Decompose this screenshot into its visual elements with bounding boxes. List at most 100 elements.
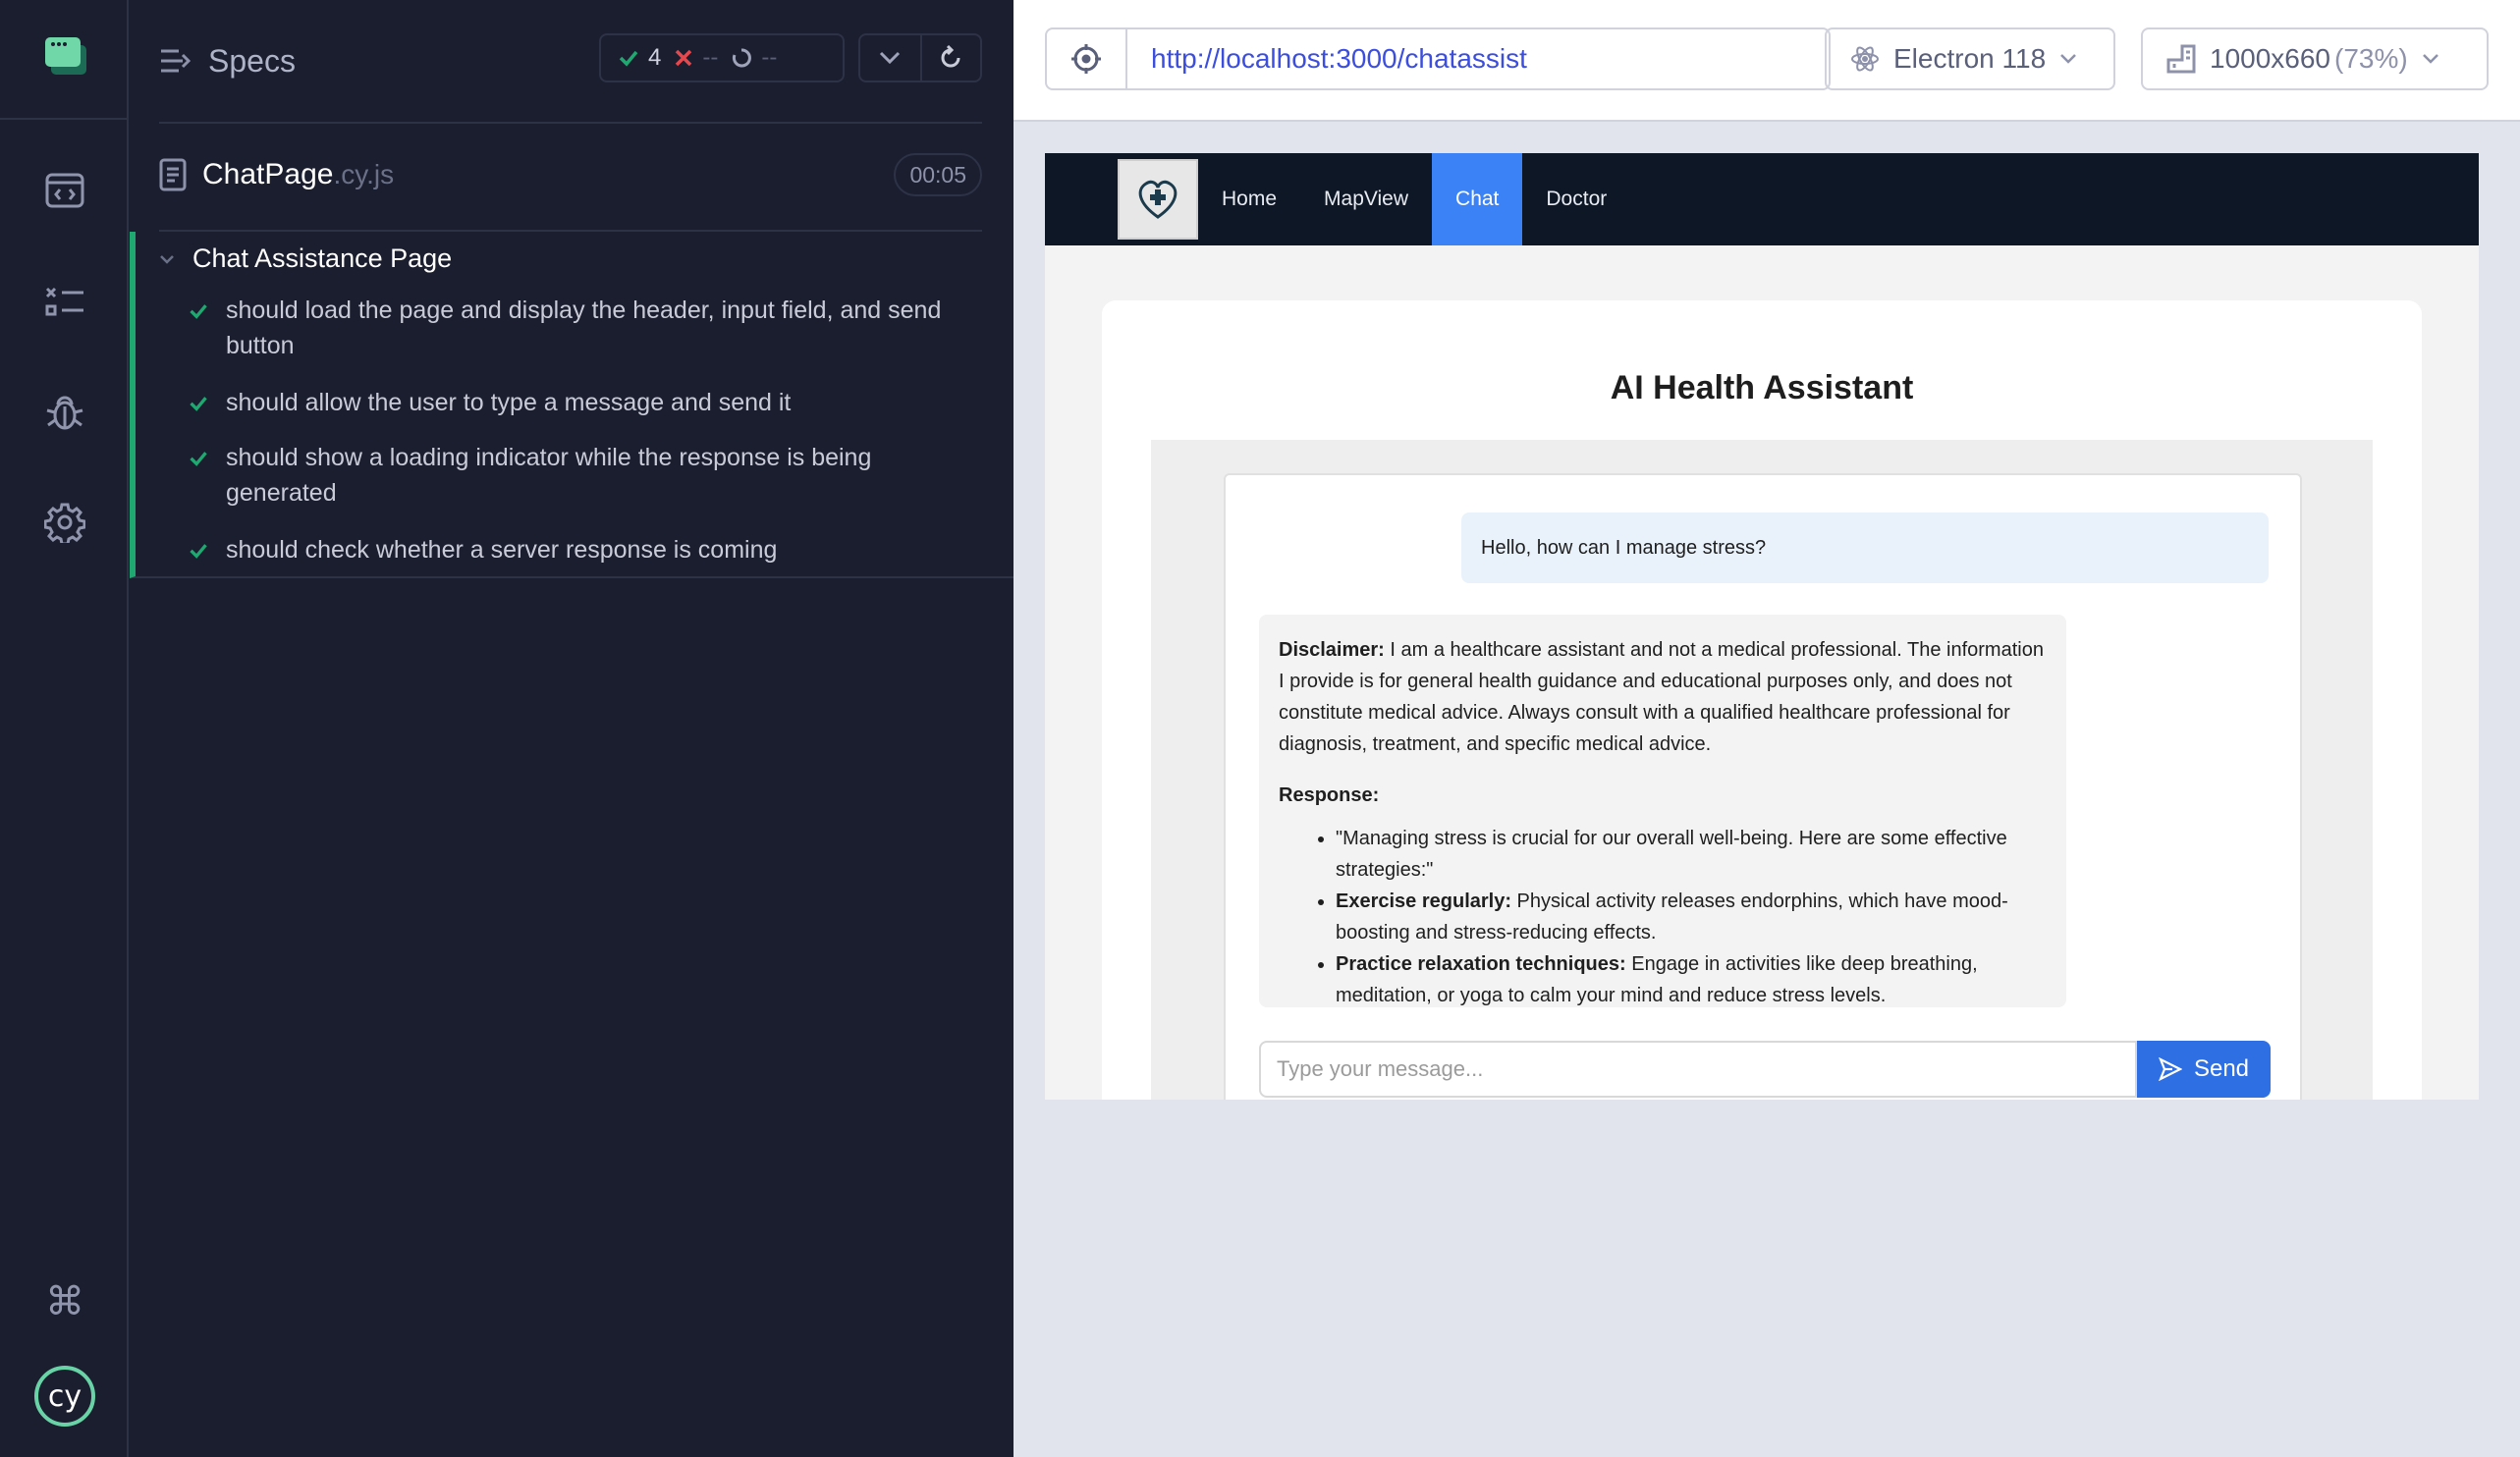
bullet-bold: Exercise regularly: [1336,890,1511,912]
ruler-icon [2166,44,2196,74]
send-icon [2158,1057,2182,1081]
keyboard-shortcuts-button[interactable]: ⌘ [35,1272,94,1331]
check-icon [190,397,207,411]
response-label: Response: [1279,784,1380,806]
test-title: should allow the user to type a message … [226,389,792,416]
heart-cross-logo-icon [1138,180,1178,219]
send-button[interactable]: Send [2137,1041,2271,1098]
specs-title: Specs [208,42,296,79]
viewport-scale: (73%) [2334,43,2408,74]
url-bar: http://localhost:3000/chatassist Electro… [1013,0,2520,122]
browser-select[interactable]: Electron 118 [1825,27,2115,90]
run-duration: 00:05 [894,153,982,196]
chevron-down-icon [160,254,174,264]
electron-icon [1851,46,1879,72]
test-stats: 4 -- -- [599,33,845,82]
test-item[interactable]: should load the page and display the hea… [189,293,955,363]
rerun-button[interactable] [919,35,980,81]
chevron-down-icon [880,51,901,65]
chat-wrapper: Hello, how can I manage stress? Disclaim… [1151,440,2373,1100]
settings-gear-icon [44,503,85,543]
pending-count: -- [761,44,778,71]
list-item: Practice relaxation techniques: Engage i… [1336,948,2047,1007]
list-item: "Managing stress is crucial for our over… [1336,823,2047,886]
list-item: Exercise regularly: Physical activity re… [1336,886,2047,948]
cypress-logo-icon: cy [34,1366,95,1427]
browser-code-icon [45,173,84,208]
check-icon [190,304,207,319]
send-label: Send [2193,1055,2250,1082]
aut-browser-area: http://localhost:3000/chatassist Electro… [1013,0,2520,1457]
rail-logo-area [0,0,129,120]
chevron-down-icon [2422,54,2438,64]
check-icon [619,50,638,67]
passed-count: 4 [648,44,662,71]
runs-nav-button[interactable] [35,161,94,220]
url-field[interactable]: http://localhost:3000/chatassist [1125,27,1831,90]
test-title: should check whether a server response i… [226,536,778,564]
check-icon [190,544,207,559]
nav-home[interactable]: Home [1198,153,1300,245]
divider [159,122,982,124]
pending-circle-icon [733,48,752,68]
debug-nav-button[interactable] [35,383,94,442]
selector-playground-button[interactable] [1045,27,1127,90]
bullet-bold: Practice relaxation techniques: [1336,953,1626,975]
nav-mapview[interactable]: MapView [1300,153,1432,245]
app-logo-icon [45,37,86,75]
bug-icon [46,396,83,430]
svg-text:cy: cy [48,1379,82,1414]
test-item[interactable]: should show a loading indicator while th… [189,440,955,511]
viewport-size: 1000x660 [2210,43,2331,74]
settings-nav-button[interactable] [35,493,94,552]
collapse-all-button[interactable] [860,35,920,81]
page-title: AI Health Assistant [1610,369,1914,406]
failed-count: -- [702,44,719,71]
message-input-row: Send [1259,1041,2271,1098]
spec-file-name: ChatPage [202,158,334,190]
passed-stat: 4 [619,44,661,72]
viewport-select[interactable]: 1000x660 (73%) [2141,27,2489,90]
specs-nav-button[interactable] [35,273,94,332]
test-title: should show a loading indicator while th… [226,444,872,507]
keyboard-shortcuts-icon: ⌘ [45,1279,84,1324]
disclaimer: Disclaimer: I am a healthcare assistant … [1279,634,2047,760]
nav-doctor[interactable]: Doctor [1522,153,1630,245]
app-navbar: Home MapView Chat Doctor [1045,153,2479,245]
browser-name: Electron 118 [1893,43,2047,74]
disclaimer-label: Disclaimer: [1279,639,1385,661]
cypress-logo-button[interactable]: cy [33,1365,96,1428]
app-viewport: Home MapView Chat Doctor AI Health Assis… [1045,153,2479,1100]
test-item[interactable]: should allow the user to type a message … [189,385,955,420]
user-message: Hello, how can I manage stress? [1461,513,2269,583]
crosshair-icon [1071,44,1101,74]
failed-stat: -- [675,44,718,72]
test-item[interactable]: should check whether a server response i… [189,532,955,567]
assistant-message: Disclaimer: I am a healthcare assistant … [1259,615,2066,1007]
reporter-controls [858,33,982,82]
refresh-icon [942,45,960,68]
suite-header[interactable]: Chat Assistance Page [159,243,452,274]
specs-header[interactable]: Specs [159,24,296,98]
app-logo[interactable] [1118,159,1198,240]
specs-list-icon [45,287,83,316]
response-list: "Managing stress is crucial for our over… [1279,823,2047,1007]
chevron-down-icon [2060,54,2077,64]
chat-card: AI Health Assistant Hello, how can I man… [1102,300,2422,1100]
spec-file-row[interactable]: ChatPage .cy.js 00:05 [159,145,982,204]
test-title: should load the page and display the hea… [226,297,942,359]
x-icon [676,49,692,67]
spec-file-ext: .cy.js [333,159,395,189]
icon-rail: ⌘ cy [0,0,129,1457]
message-input[interactable] [1259,1041,2137,1098]
test-suite: Chat Assistance Page should load the pag… [130,232,1013,578]
response-heading: Response: [1279,780,2047,811]
reporter-panel: Specs 4 -- -- ChatPage .cy.js 00:05 Chat… [130,0,1013,1457]
suite-title: Chat Assistance Page [192,243,453,273]
bullet-text: "Managing stress is crucial for our over… [1336,828,2007,881]
chat-box: Hello, how can I manage stress? Disclaim… [1224,473,2302,1100]
pending-stat: -- [732,44,777,72]
nav-chat[interactable]: Chat [1432,153,1523,245]
disclaimer-text: I am a healthcare assistant and not a me… [1279,639,2044,755]
check-icon [190,452,207,466]
